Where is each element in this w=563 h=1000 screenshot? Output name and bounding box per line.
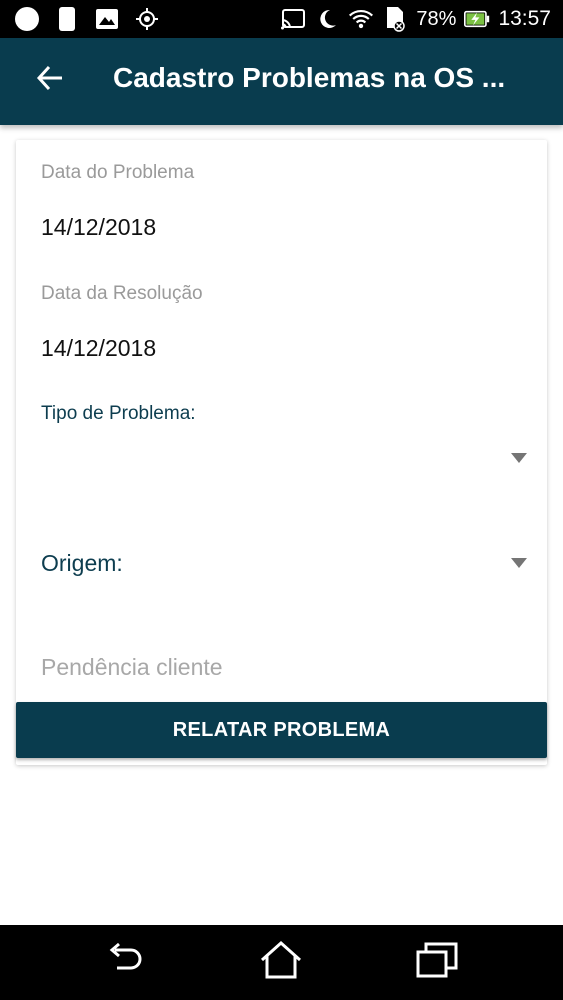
clock: 13:57 xyxy=(498,7,551,30)
problem-type-label: Tipo de Problema: xyxy=(41,403,196,424)
recent-apps-icon xyxy=(416,942,458,983)
status-bar: 78% 13:57 xyxy=(0,0,563,38)
circle-notification-icon xyxy=(14,6,40,32)
wifi-icon xyxy=(348,6,374,32)
sim-no-service-icon xyxy=(382,6,408,32)
problem-date-field[interactable]: 14/12/2018 xyxy=(41,214,156,241)
navigation-bar xyxy=(0,925,563,1000)
nav-home-button[interactable] xyxy=(256,939,306,985)
moon-icon xyxy=(314,6,340,32)
origin-select[interactable]: Origem: xyxy=(41,540,531,590)
page-title: Cadastro Problemas na OS ... xyxy=(113,62,506,93)
problem-date-label: Data do Problema xyxy=(41,162,195,183)
image-icon xyxy=(94,6,120,32)
back-button[interactable] xyxy=(28,58,72,102)
chevron-down-icon[interactable] xyxy=(511,558,527,568)
status-bar-left xyxy=(14,6,160,32)
back-nav-icon xyxy=(105,942,145,983)
chevron-down-icon[interactable] xyxy=(511,453,527,463)
problem-type-select[interactable] xyxy=(41,436,531,486)
battery-percent: 78% xyxy=(416,7,457,30)
cast-icon xyxy=(280,6,306,32)
problem-form-card: Data do Problema 14/12/2018 Data da Reso… xyxy=(16,140,547,765)
origin-label: Origem: xyxy=(41,550,123,576)
status-bar-right: 78% 13:57 xyxy=(280,6,551,32)
home-nav-icon xyxy=(260,940,302,985)
app-bar: Cadastro Problemas na OS ... xyxy=(0,38,563,125)
sd-card-icon xyxy=(54,6,80,32)
nav-back-button[interactable] xyxy=(100,939,150,985)
battery-charging-icon xyxy=(464,6,490,32)
location-icon xyxy=(134,6,160,32)
nav-recent-button[interactable] xyxy=(412,939,462,985)
resolution-date-label: Data da Resolução xyxy=(41,283,203,304)
client-pending-input[interactable]: Pendência cliente xyxy=(41,654,521,681)
report-problem-button[interactable]: RELATAR PROBLEMA xyxy=(16,702,547,758)
resolution-date-field[interactable]: 14/12/2018 xyxy=(41,335,156,362)
arrow-left-icon xyxy=(36,65,64,96)
screen: 78% 13:57 Cadastro Problemas na OS ... D… xyxy=(0,0,563,1000)
